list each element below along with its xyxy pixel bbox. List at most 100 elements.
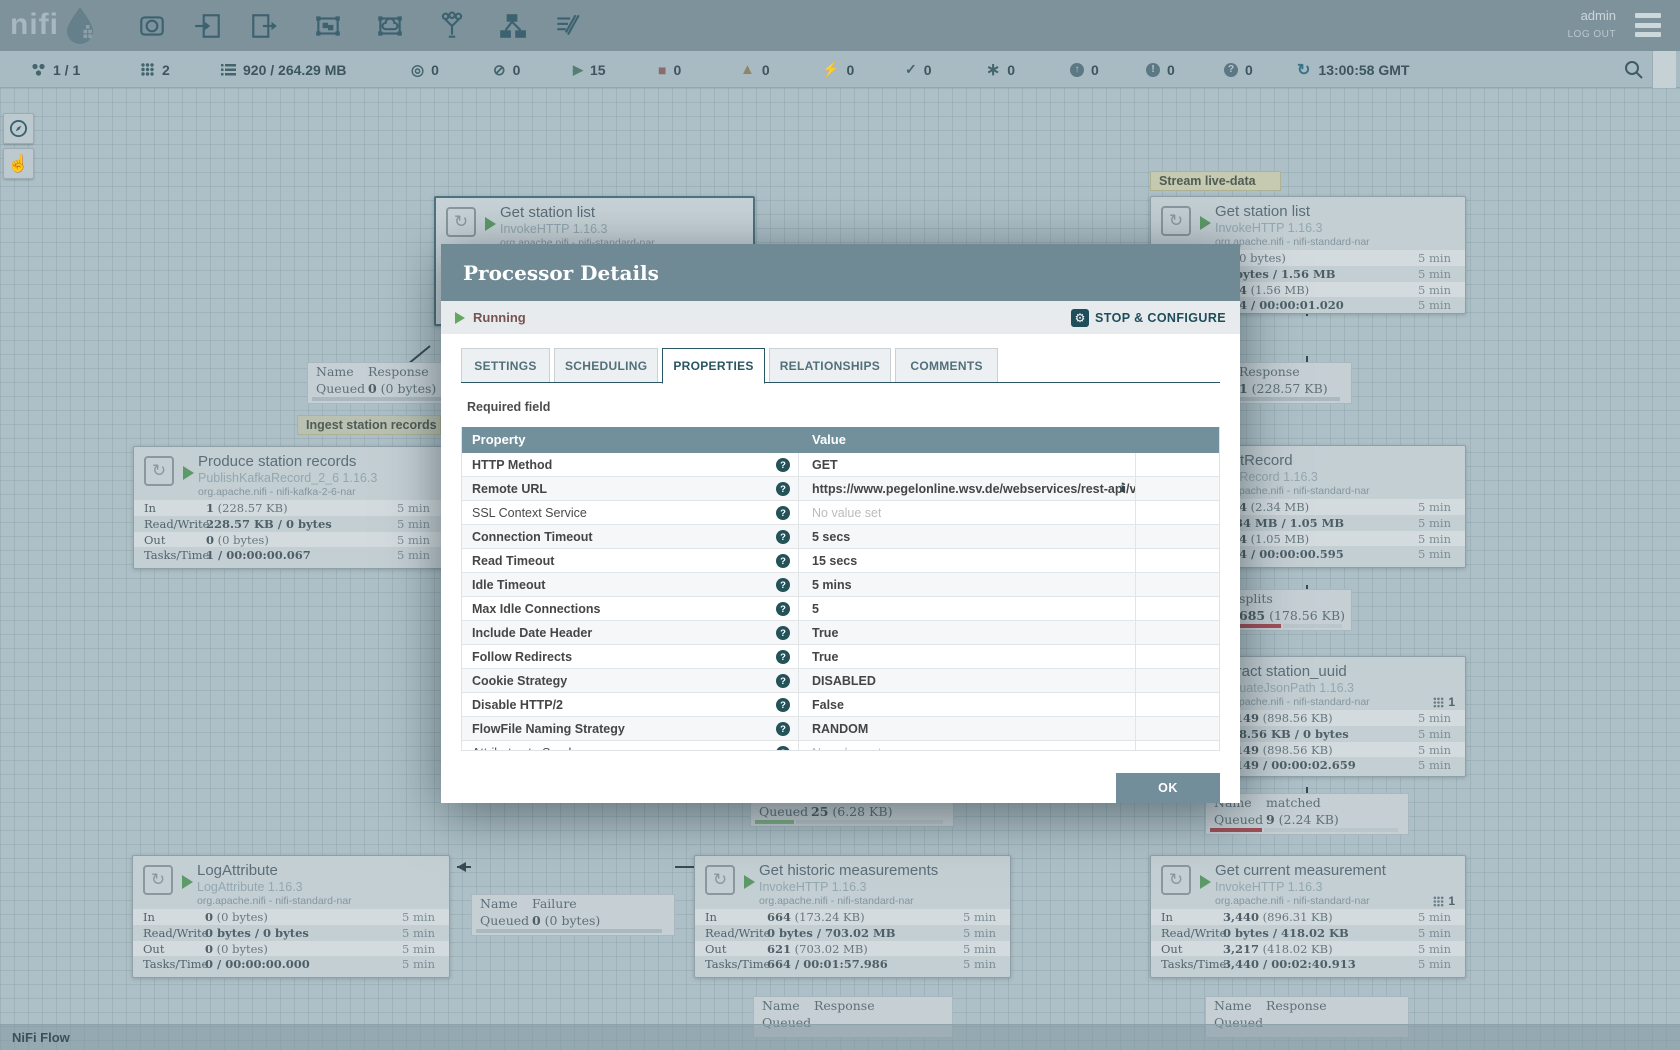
property-row: Remote URL?https://www.pegelonline.wsv.d… [462, 477, 1219, 501]
processor-type-icon: ↻ [1161, 206, 1191, 236]
tab-comments[interactable]: COMMENTS [895, 348, 998, 382]
required-field-note: Required field [467, 400, 550, 414]
info-icon[interactable]: i [1120, 481, 1125, 495]
processor-card-p-f[interactable]: ↻Get current measurementInvokeHTTP 1.16.… [1150, 855, 1466, 978]
operate-palette-button[interactable]: ☝ [3, 148, 34, 179]
help-icon[interactable]: ? [776, 554, 790, 568]
running-status-icon [183, 466, 194, 480]
stat-row: In1 (228.57 KB)5 min [134, 500, 444, 516]
breadcrumb-bar: NiFi Flow [0, 1024, 1680, 1050]
stopped-icon: ■ [658, 62, 666, 78]
processor-name: Get historic measurements [759, 862, 938, 879]
help-icon[interactable]: ? [776, 674, 790, 688]
processor-card-p-i[interactable]: ↻Produce station recordsPublishKafkaReco… [133, 446, 445, 569]
properties-table-header: Property Value [462, 427, 1219, 453]
help-icon[interactable]: ? [776, 458, 790, 472]
properties-table: Property Value HTTP Method?GETRemote URL… [461, 427, 1220, 751]
property-row: FlowFile Naming Strategy?RANDOM [462, 717, 1219, 741]
remote-process-group-icon[interactable] [375, 11, 405, 41]
property-name: Read Timeout [462, 554, 554, 568]
stat-row: In664 (173.24 KB)5 min [695, 909, 1010, 925]
stop-and-configure-button[interactable]: ⚙ STOP & CONFIGURE [1071, 309, 1226, 327]
help-icon[interactable]: ? [776, 602, 790, 616]
stat-row: Out0 (0 bytes)5 min [134, 532, 444, 548]
processor-name: Produce station records [198, 453, 356, 470]
tab-properties[interactable]: PROPERTIES [662, 348, 764, 384]
status-disabled: ⚡0 [822, 51, 854, 88]
search-icon[interactable] [1623, 59, 1645, 81]
processor-type-icon: ↻ [144, 456, 174, 486]
processor-type: InvokeHTTP 1.16.3 [1215, 221, 1322, 235]
ok-button[interactable]: OK [1116, 773, 1220, 803]
help-icon[interactable]: ? [776, 626, 790, 640]
disabled-icon: ⚡ [822, 61, 839, 78]
navigate-palette-button[interactable] [3, 113, 34, 144]
processor-card-p-g[interactable]: ↻Get historic measurementsInvokeHTTP 1.1… [694, 855, 1011, 978]
help-icon[interactable]: ? [776, 578, 790, 592]
help-icon[interactable]: ? [776, 746, 790, 751]
property-row: Disable HTTP/2?False [462, 693, 1219, 717]
stop-and-configure-label: STOP & CONFIGURE [1095, 311, 1226, 325]
help-icon[interactable]: ? [776, 530, 790, 544]
property-name: Connection Timeout [462, 530, 593, 544]
canvas-label-stream-live-data[interactable]: Stream live-data [1150, 171, 1281, 191]
property-value: No value set [799, 506, 881, 520]
processor-type: LogAttribute 1.16.3 [197, 880, 303, 894]
canvas-label-ingest-station-records[interactable]: Ingest station records [297, 415, 441, 435]
processor-type: InvokeHTTP 1.16.3 [500, 222, 607, 236]
input-port-icon[interactable] [193, 11, 223, 41]
panel-toggle-button[interactable] [1652, 51, 1676, 88]
tab-settings[interactable]: SETTINGS [461, 348, 550, 382]
breadcrumb[interactable]: NiFi Flow [12, 1030, 70, 1045]
processor-name: Get station list [1215, 203, 1310, 220]
funnel-icon[interactable] [437, 11, 467, 41]
processor-bundle: org.apache.nifi - nifi-standard-nar [759, 895, 914, 907]
process-group-icon[interactable] [313, 11, 343, 41]
dialog-status-row: Running ⚙ STOP & CONFIGURE [441, 301, 1240, 334]
stat-row: Out0 (0 bytes)5 min [133, 941, 449, 957]
help-icon[interactable]: ? [776, 506, 790, 520]
nifi-app: nifi admin LOG OUT ↻ 13:00:58 GMT [0, 0, 1680, 1050]
nifi-drop-icon [63, 6, 97, 44]
help-icon[interactable]: ? [776, 482, 790, 496]
tab-relationships[interactable]: RELATIONSHIPS [769, 348, 891, 382]
gear-icon: ⚙ [1071, 309, 1089, 327]
processor-type-icon: ↻ [446, 207, 476, 237]
status-invalid: ▲0 [740, 51, 770, 88]
tab-scheduling[interactable]: SCHEDULING [554, 348, 658, 382]
property-name: Attributes to Send [462, 746, 571, 752]
processor-icon[interactable] [137, 11, 167, 41]
help-icon[interactable]: ? [776, 650, 790, 664]
status-stale: ↑0 [1070, 51, 1099, 88]
property-name: Cookie Strategy [462, 674, 567, 688]
property-value: 5 secs [799, 530, 850, 544]
processor-type: InvokeHTTP 1.16.3 [1215, 880, 1322, 894]
up-to-date-icon: ✓ [905, 61, 917, 78]
refresh-status[interactable]: ↻ 13:00:58 GMT [1297, 51, 1409, 88]
property-value: GET [799, 458, 838, 472]
active-threads-badge: 1 [1433, 894, 1455, 908]
logout-link[interactable]: LOG OUT [1567, 29, 1616, 40]
label-icon[interactable] [553, 11, 583, 41]
dialog-body: SETTINGSSCHEDULINGPROPERTIESRELATIONSHIP… [461, 334, 1220, 803]
running-status-icon [1200, 216, 1211, 230]
property-row: Include Date Header?True [462, 621, 1219, 645]
stat-row: Tasks/Time0 / 00:00:00.0005 min [133, 956, 449, 972]
help-icon[interactable]: ? [776, 698, 790, 712]
running-status-icon [455, 312, 465, 324]
property-column-header: Property [462, 427, 799, 453]
status-transmitting: ◎0 [411, 51, 439, 88]
threads-icon [140, 62, 155, 77]
connection-label-c-failure[interactable]: NameFailureQueued0 (0 bytes) [471, 894, 675, 936]
template-icon[interactable] [497, 11, 527, 41]
locally-modified-icon: ∗ [986, 60, 1000, 80]
stat-row: Read/Write0 bytes / 703.02 MB5 min [695, 925, 1010, 941]
processor-name: Get station list [500, 204, 595, 221]
help-icon[interactable]: ? [776, 722, 790, 736]
status-locally-modified-stale: !0 [1146, 51, 1175, 88]
processor-card-p-h[interactable]: ↻LogAttributeLogAttribute 1.16.3org.apac… [132, 855, 450, 978]
queued-icon [221, 62, 236, 77]
global-menu-icon[interactable] [1635, 13, 1661, 37]
property-value: DISABLED [799, 674, 876, 688]
output-port-icon[interactable] [249, 11, 279, 41]
